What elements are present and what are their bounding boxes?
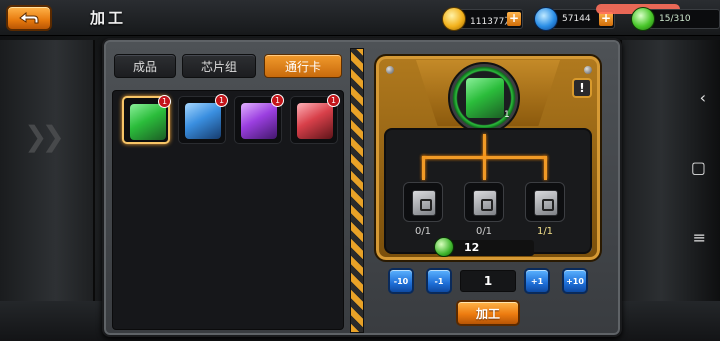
energy-icon xyxy=(631,7,655,31)
gray-cube-icon xyxy=(534,190,558,216)
item-badge: 1 xyxy=(327,94,340,107)
nav-home-icon[interactable]: ▢ xyxy=(691,158,706,177)
craft-frame: 1 ! 0/1 0/1 1/1 12 xyxy=(374,54,602,262)
add-gem-button[interactable]: + xyxy=(599,12,613,26)
red-card-icon xyxy=(297,103,333,139)
material-count-2: 0/1 xyxy=(475,226,493,237)
material-count-1: 0/1 xyxy=(414,226,432,237)
top-bar: 加工 111377万 + 57144 + 15/310 xyxy=(0,0,720,36)
connector-line xyxy=(483,156,486,180)
item-slot-purple[interactable]: 1 xyxy=(234,94,284,144)
item-badge: 1 xyxy=(215,94,228,107)
material-slot-2[interactable] xyxy=(464,182,504,222)
energy-value: 15/310 xyxy=(659,14,691,24)
craft-panel: 成品 芯片组 通行卡 1 1 1 1 1 ! 0/1 0/1 1/1 12 -1… xyxy=(102,38,622,337)
tab-passcards[interactable]: 通行卡 xyxy=(264,54,342,78)
blue-card-icon xyxy=(185,103,221,139)
connector-line xyxy=(483,134,486,158)
quantity-field[interactable]: 1 xyxy=(460,270,516,292)
connector-line xyxy=(544,156,547,180)
minus-10-button[interactable]: -10 xyxy=(388,268,414,294)
material-count-3: 1/1 xyxy=(536,226,554,237)
back-arrow-icon xyxy=(19,11,39,24)
item-badge: 1 xyxy=(271,94,284,107)
green-energy-icon xyxy=(434,237,454,257)
craft-button[interactable]: 加工 xyxy=(456,300,520,326)
info-button[interactable]: ! xyxy=(572,78,592,98)
background-door-left xyxy=(0,40,95,341)
craft-cost: 12 xyxy=(434,237,534,257)
purple-card-icon xyxy=(241,103,277,139)
bolt-icon xyxy=(584,66,592,74)
gold-coin-icon xyxy=(442,7,466,31)
gem-value: 57144 xyxy=(562,14,591,24)
hazard-divider xyxy=(350,48,364,333)
bolt-icon xyxy=(386,66,394,74)
green-card-icon xyxy=(130,104,166,140)
target-item-slot[interactable]: 1 xyxy=(448,62,520,134)
gray-cube-icon xyxy=(473,190,497,216)
background-door-right xyxy=(620,40,720,341)
gold-resource: 111377万 + xyxy=(442,7,523,31)
plus-1-button[interactable]: +1 xyxy=(524,268,550,294)
item-slot-blue[interactable]: 1 xyxy=(178,94,228,144)
item-slot-red[interactable]: 1 xyxy=(290,94,340,144)
minus-1-button[interactable]: -1 xyxy=(426,268,452,294)
item-slot-green[interactable]: 1 xyxy=(122,95,171,144)
cost-value: 12 xyxy=(464,241,480,254)
nav-menu-icon[interactable]: ≡ xyxy=(693,228,706,247)
tab-chipsets[interactable]: 芯片组 xyxy=(182,54,256,78)
tab-finished-products[interactable]: 成品 xyxy=(114,54,176,78)
gem-icon xyxy=(534,7,558,31)
gray-cube-icon xyxy=(412,190,436,216)
page-title: 加工 xyxy=(90,9,127,27)
plus-10-button[interactable]: +10 xyxy=(562,268,588,294)
add-gold-button[interactable]: + xyxy=(507,12,521,26)
item-badge: 1 xyxy=(158,95,171,108)
target-count: 1 xyxy=(504,110,510,120)
material-slot-3[interactable] xyxy=(525,182,565,222)
nav-back-icon[interactable]: ‹ xyxy=(700,88,706,107)
connector-line xyxy=(422,156,425,180)
material-slot-1[interactable] xyxy=(403,182,443,222)
back-button[interactable] xyxy=(6,5,52,31)
green-card-icon xyxy=(466,78,504,118)
energy-resource: 15/310 xyxy=(631,7,720,31)
